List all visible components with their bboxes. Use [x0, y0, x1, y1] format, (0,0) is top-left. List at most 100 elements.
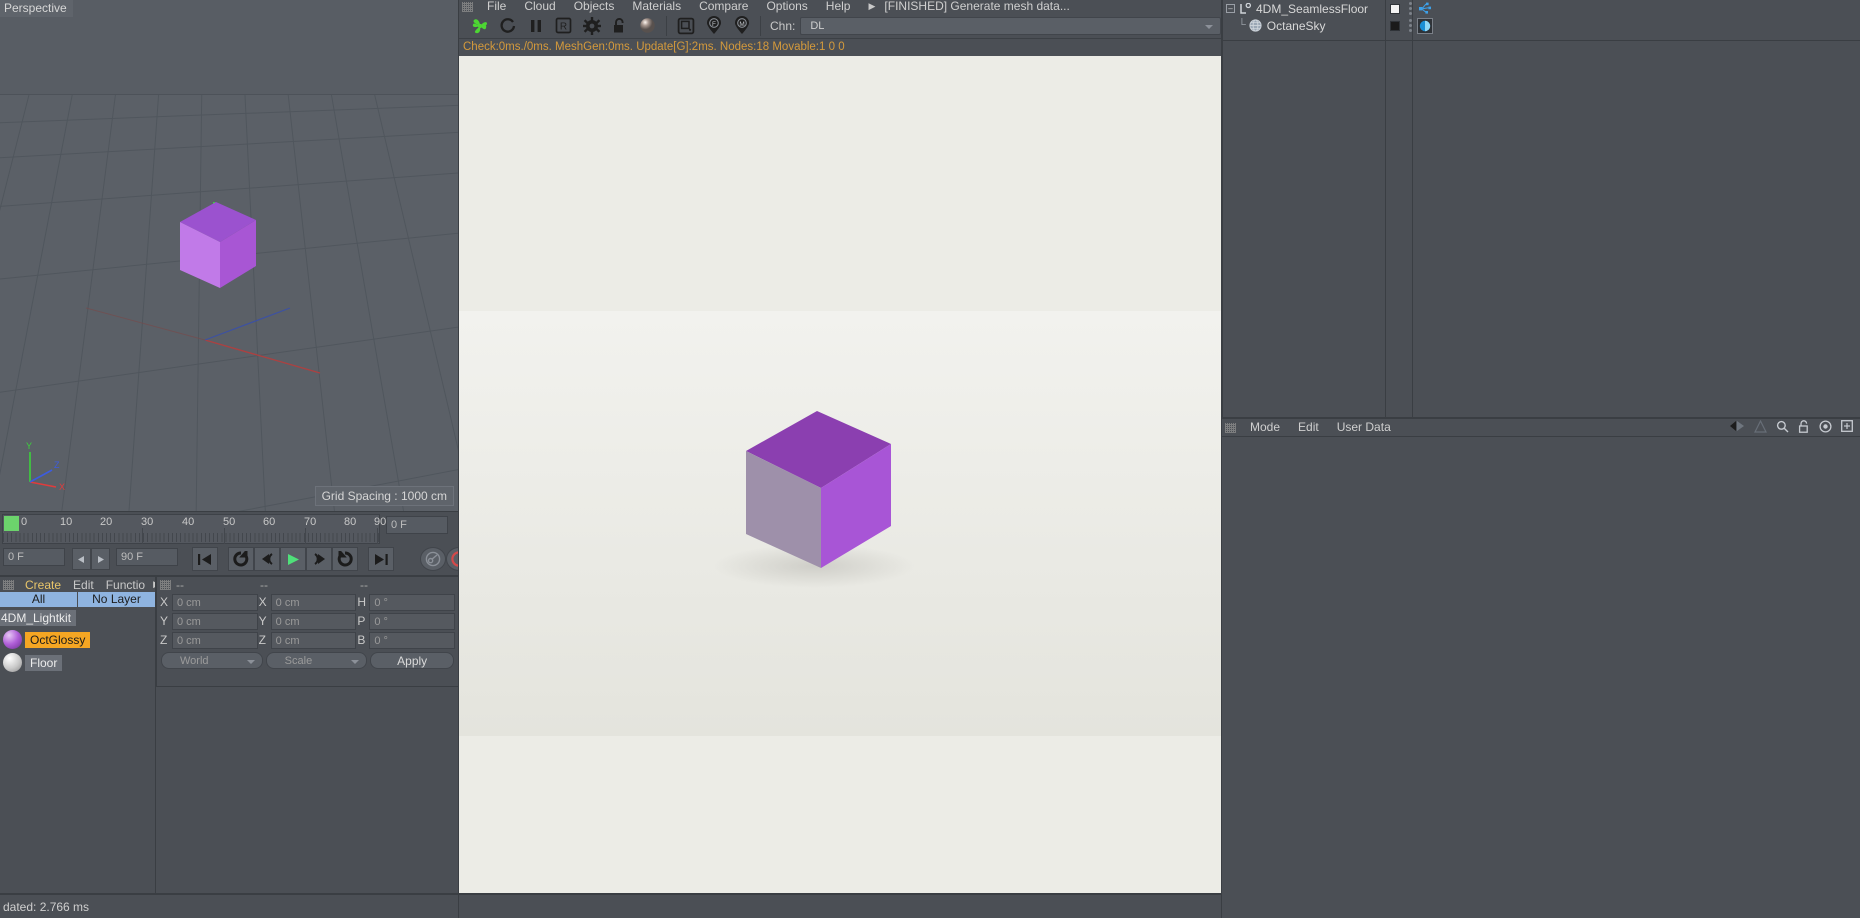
play-button[interactable] [280, 547, 306, 571]
expand-icon[interactable] [1841, 420, 1853, 435]
attribute-manager-grip[interactable] [1225, 422, 1236, 433]
attribute-manager-menubar[interactable]: Mode Edit User Data [1222, 419, 1860, 437]
timeline-ruler[interactable]: 0 10 20 30 40 50 60 70 80 90 [2, 514, 386, 545]
coordinates-grip[interactable] [160, 579, 171, 590]
material-swatch-octglossy[interactable] [3, 630, 22, 649]
nav-back-icon[interactable] [1729, 420, 1745, 435]
expand-collapse-icon[interactable]: – [1226, 4, 1235, 13]
material-item-floor[interactable]: Floor [0, 651, 155, 674]
visibility-toggle-seamlessfloor[interactable] [1390, 3, 1400, 14]
divider-left-center[interactable] [458, 0, 459, 918]
coord-field-rot-b[interactable]: 0 ° [369, 632, 455, 649]
attr-menu-edit[interactable]: Edit [1289, 421, 1328, 434]
coord-field-size-y[interactable]: 0 cm [270, 613, 357, 630]
autokeying-button[interactable] [420, 547, 446, 571]
visibility-dots-seamlessfloor[interactable] [1409, 2, 1412, 15]
coord-field-pos-y[interactable]: 0 cm [172, 613, 258, 630]
channel-dropdown[interactable]: DL [800, 16, 1221, 35]
material-name-floor[interactable]: Floor [25, 654, 63, 671]
preview-start-field[interactable]: 0 F [3, 548, 65, 566]
object-name-octanesky[interactable]: OctaneSky [1267, 19, 1326, 33]
divider-matman-coords[interactable] [155, 576, 156, 894]
octane-render-toggle-icon[interactable] [468, 14, 491, 37]
play-forward-loop-button[interactable] [332, 547, 358, 571]
material-tab-all[interactable]: All [0, 592, 78, 607]
material-name-octglossy[interactable]: OctGlossy [25, 631, 91, 648]
octane-sky-tag-icon[interactable] [1417, 17, 1433, 34]
visibility-toggle-octanesky[interactable] [1390, 20, 1400, 31]
object-row-octanesky[interactable]: └ OctaneSky [1222, 17, 1860, 34]
go-to-end-button[interactable] [368, 547, 394, 571]
preview-end-field[interactable]: 90 F [116, 548, 178, 566]
material-swatch-floor[interactable] [3, 653, 22, 672]
divider-objman-attrman[interactable] [1222, 417, 1860, 418]
material-menu-edit[interactable]: Edit [67, 578, 100, 592]
perspective-viewport[interactable]: Perspective Y X Z Grid Spacing: 1000 cm [0, 0, 458, 512]
previous-frame-button[interactable] [254, 547, 280, 571]
viewport-cube-object[interactable] [172, 198, 256, 288]
lock-icon[interactable] [1798, 419, 1810, 436]
material-layer-tabs[interactable]: All No Layer [0, 592, 155, 607]
attr-menu-mode[interactable]: Mode [1241, 421, 1289, 434]
coord-field-pos-z[interactable]: 0 cm [172, 632, 258, 649]
coord-field-rot-h[interactable]: 0 ° [369, 594, 455, 611]
render-canvas[interactable] [459, 56, 1221, 911]
attribute-manager-toolbar[interactable] [1729, 419, 1860, 436]
material-preview-sphere-icon[interactable] [636, 14, 659, 37]
focus-picker-pin-icon[interactable]: F [702, 14, 725, 37]
visibility-dots-octanesky[interactable] [1409, 19, 1412, 32]
octane-menu-options[interactable]: Options [757, 0, 816, 13]
animation-transport-bar[interactable]: 0 F 90 F [0, 544, 472, 576]
attr-menu-user-data[interactable]: User Data [1328, 421, 1400, 434]
octane-menu-compare[interactable]: Compare [690, 0, 757, 13]
octane-menu-objects[interactable]: Objects [565, 0, 624, 13]
object-row-seamlessfloor[interactable]: – 4DM_SeamlessFloor [1222, 0, 1860, 17]
object-name-seamlessfloor[interactable]: 4DM_SeamlessFloor [1256, 2, 1368, 16]
octane-live-viewer[interactable]: File Cloud Objects Materials Compare Opt… [459, 0, 1221, 918]
coordinates-apply-button[interactable]: Apply [370, 652, 455, 669]
lock-resolution-icon[interactable] [608, 14, 631, 37]
frame-step-back-button[interactable] [72, 548, 91, 570]
material-item-octglossy[interactable]: OctGlossy [0, 628, 155, 651]
coord-field-pos-x[interactable]: 0 cm [172, 594, 258, 611]
coord-field-size-z[interactable]: 0 cm [270, 632, 357, 649]
current-frame-field[interactable]: 0 F [386, 516, 448, 534]
pause-render-icon[interactable] [524, 14, 547, 37]
search-icon[interactable] [1776, 420, 1789, 436]
material-manager[interactable]: Create Edit Functio ▶ All No Layer 4DM_L… [0, 576, 160, 894]
restart-render-icon[interactable] [496, 14, 519, 37]
coord-field-rot-p[interactable]: 0 ° [369, 613, 455, 630]
region-render-icon[interactable]: R [552, 14, 575, 37]
material-manager-grip[interactable] [3, 579, 14, 590]
attribute-manager[interactable]: Mode Edit User Data [1222, 418, 1860, 918]
divider-center-right[interactable] [1221, 0, 1222, 918]
material-name-lightkit[interactable]: 4DM_Lightkit [0, 609, 77, 626]
octane-menubar-grip[interactable] [462, 1, 473, 12]
go-to-start-button[interactable] [192, 547, 218, 571]
material-menu-create[interactable]: Create [19, 578, 67, 592]
next-frame-button[interactable] [306, 547, 332, 571]
material-manager-menubar[interactable]: Create Edit Functio ▶ [0, 577, 160, 592]
octane-menu-file[interactable]: File [478, 0, 515, 13]
coordinate-mode-dropdown[interactable]: Scale [265, 652, 368, 669]
coordinates-manager[interactable]: -- -- -- X 0 cm X 0 cm H 0 ° Y 0 cm Y 0 … [156, 576, 458, 686]
nav-forward-icon[interactable] [1754, 419, 1767, 436]
object-manager[interactable]: – 4DM_SeamlessFloor └ OctaneSky [1222, 0, 1860, 418]
picture-viewer-icon[interactable] [674, 14, 697, 37]
coordinate-space-dropdown[interactable]: World [161, 652, 263, 669]
timeline-playhead[interactable] [4, 516, 19, 531]
octane-menu-materials[interactable]: Materials [623, 0, 690, 13]
coord-field-size-x[interactable]: 0 cm [270, 594, 357, 611]
octane-menu-help[interactable]: Help [817, 0, 860, 13]
play-backward-loop-button[interactable] [228, 547, 254, 571]
octane-menu-cloud[interactable]: Cloud [515, 0, 564, 13]
frame-step-forward-button[interactable] [91, 548, 110, 570]
target-icon[interactable] [1819, 419, 1832, 436]
material-picker-pin-icon[interactable]: M [730, 14, 753, 37]
octane-toolbar[interactable]: R F M Chn: DL [459, 13, 1221, 39]
material-item-lightkit[interactable]: 4DM_Lightkit [0, 607, 155, 628]
render-settings-gear-icon[interactable] [580, 14, 603, 37]
octane-menubar[interactable]: File Cloud Objects Materials Compare Opt… [459, 0, 1221, 13]
material-tab-no-layer[interactable]: No Layer [78, 592, 155, 607]
octane-menu-overflow-arrow[interactable]: ▶ [868, 1, 875, 12]
